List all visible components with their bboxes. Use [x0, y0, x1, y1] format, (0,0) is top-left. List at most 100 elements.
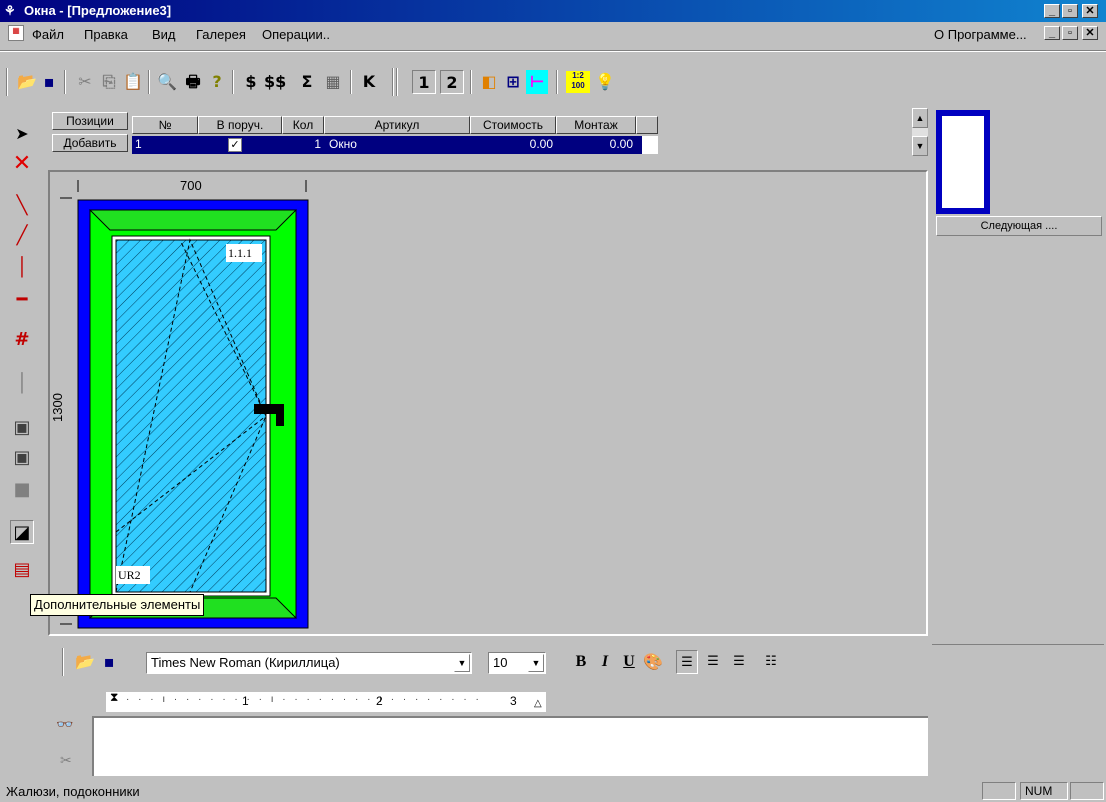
right-margin-marker-icon[interactable]: △	[534, 698, 542, 709]
bullets-icon[interactable]: ☷	[760, 650, 782, 674]
open-icon[interactable]: 📂	[16, 70, 38, 94]
align-left-icon[interactable]: ☰	[676, 650, 698, 674]
toolbar-grip	[392, 68, 394, 96]
window-title: Окна - [Предложение3]	[24, 3, 172, 18]
menu-view[interactable]: Вид	[152, 27, 176, 42]
scale-bottom: 100	[571, 81, 585, 90]
print-icon[interactable]: 🖶	[182, 70, 204, 94]
menu-gallery[interactable]: Галерея	[196, 27, 246, 42]
view-1-button[interactable]: 1	[412, 70, 436, 94]
paste-icon[interactable]: 📋	[122, 70, 144, 94]
col-order[interactable]: В поруч.	[198, 116, 282, 134]
document-icon: ▦	[8, 25, 24, 41]
row-cost: 0.00	[529, 137, 553, 151]
doc-minimize-button[interactable]: _	[1044, 26, 1060, 40]
status-pane-last	[1070, 782, 1104, 800]
next-button[interactable]: Следующая ....	[936, 216, 1102, 236]
thin-line-icon[interactable]: │	[10, 372, 34, 396]
sash-icon[interactable]: ▣	[10, 446, 34, 470]
doc-close-button[interactable]: ✕	[1082, 26, 1098, 40]
col-qty[interactable]: Кол	[282, 116, 324, 134]
size-dropdown-button[interactable]: ▼	[528, 654, 544, 672]
order-checkbox[interactable]: ✓	[228, 138, 242, 152]
col-mount[interactable]: Монтаж	[556, 116, 636, 134]
diagonal-down-icon[interactable]: ╲	[10, 194, 34, 218]
glass-pane	[115, 239, 267, 593]
toolbar-grip	[62, 648, 64, 676]
preview-thumbnail[interactable]	[936, 110, 990, 214]
positions-label: Позиции	[52, 112, 128, 130]
grid-layout-icon[interactable]: ⊞	[502, 70, 524, 94]
scale-top: 1:2	[572, 71, 584, 80]
scroll-up-button[interactable]: ▲	[912, 108, 928, 128]
print-preview-icon[interactable]: 🔍	[156, 70, 178, 94]
pointer-icon[interactable]: ➤	[10, 122, 34, 146]
horizontal-line-icon[interactable]: ━	[10, 288, 34, 312]
table-icon[interactable]: ▦	[322, 70, 344, 94]
table-row[interactable]: 1 ✓ 1 Окно 0.00 0.00	[132, 136, 642, 154]
corner-label: UR2	[118, 568, 141, 582]
col-article[interactable]: Артикул	[324, 116, 470, 134]
k-button[interactable]: K	[358, 70, 380, 94]
double-dollar-button[interactable]: $$	[264, 70, 286, 94]
extra-elements-icon[interactable]: ▤	[10, 558, 34, 582]
layout-icon[interactable]: ◧	[478, 70, 500, 94]
scroll-track[interactable]	[912, 128, 928, 136]
notes-editor[interactable]	[92, 716, 928, 776]
save-icon[interactable]: ▪	[38, 70, 60, 94]
tooltip: Дополнительные элементы	[30, 594, 205, 616]
binoculars-icon[interactable]: 👓	[56, 716, 73, 733]
title-bar: ⚘ Окна - [Предложение3] _ ▫ ✕	[0, 0, 1106, 22]
fill-icon[interactable]: ■	[10, 478, 34, 502]
underline-button[interactable]: U	[618, 650, 640, 674]
scroll-down-button[interactable]: ▼	[912, 136, 928, 156]
positions-table: Позиции Добавить № В поруч. Кол Артикул …	[52, 112, 662, 158]
sum-button[interactable]: Σ	[296, 70, 318, 94]
handle-grip	[276, 404, 284, 426]
row-mount: 0.00	[609, 137, 633, 151]
save-text-icon[interactable]: ▪	[98, 650, 120, 674]
menu-file[interactable]: Файл	[32, 27, 64, 42]
glass-icon[interactable]: ◪	[10, 520, 34, 544]
copy-icon[interactable]: ⎘	[98, 70, 120, 94]
status-pane-empty	[982, 782, 1016, 800]
indent-marker-icon[interactable]: ⧗	[110, 690, 118, 705]
separator	[470, 70, 472, 94]
frame-icon[interactable]: ▣	[10, 416, 34, 440]
font-dropdown-button[interactable]: ▼	[454, 654, 470, 672]
font-select[interactable]: Times New Roman (Кириллица)	[146, 652, 472, 674]
menu-edit[interactable]: Правка	[84, 27, 128, 42]
dollar-button[interactable]: $	[240, 70, 262, 94]
bold-button[interactable]: B	[570, 650, 592, 674]
minimize-button[interactable]: _	[1044, 4, 1060, 18]
doc-maximize-button[interactable]: ▫	[1062, 26, 1078, 40]
maximize-button[interactable]: ▫	[1062, 4, 1078, 18]
grid-hash-icon[interactable]: #	[10, 328, 34, 352]
italic-button[interactable]: I	[594, 650, 616, 674]
align-center-icon[interactable]: ☰	[702, 650, 724, 674]
col-number[interactable]: №	[132, 116, 198, 134]
ruler[interactable]: ⧗ · · · ı · · · · · · · · ı · · · · · · …	[106, 690, 546, 712]
scissors-icon[interactable]: ✂	[60, 752, 72, 769]
cut-icon[interactable]: ✂	[74, 70, 96, 94]
scale-icon[interactable]: 1:2 100	[566, 71, 590, 93]
color-palette-icon[interactable]: 🎨	[642, 650, 664, 674]
num-lock-indicator: NUM	[1020, 782, 1068, 800]
colored-layout-icon[interactable]: ⊢	[526, 70, 548, 94]
menu-operations[interactable]: Операции..	[262, 27, 330, 42]
align-right-icon[interactable]: ☰	[728, 650, 750, 674]
diagonal-up-icon[interactable]: ╱	[10, 224, 34, 248]
open-text-icon[interactable]: 📂	[74, 650, 96, 674]
left-toolbar: ➤ ✕ ╲ ╱ │ ━ # │ ▣ ▣ ■ ◪ ▤	[0, 104, 46, 594]
delete-icon[interactable]: ✕	[10, 152, 34, 176]
bulb-icon[interactable]: 💡	[594, 70, 616, 94]
vertical-line-icon[interactable]: │	[10, 256, 34, 280]
add-button[interactable]: Добавить	[52, 134, 128, 152]
col-cost[interactable]: Стоимость	[470, 116, 556, 134]
drawing-canvas[interactable]: 700 1300 1.1.1 UR2	[48, 170, 928, 636]
help-icon[interactable]: ?	[206, 70, 228, 94]
sash-bevel-top	[88, 209, 298, 231]
menu-about[interactable]: О Программе...	[934, 27, 1027, 42]
view-2-button[interactable]: 2	[440, 70, 464, 94]
close-button[interactable]: ✕	[1082, 4, 1098, 18]
